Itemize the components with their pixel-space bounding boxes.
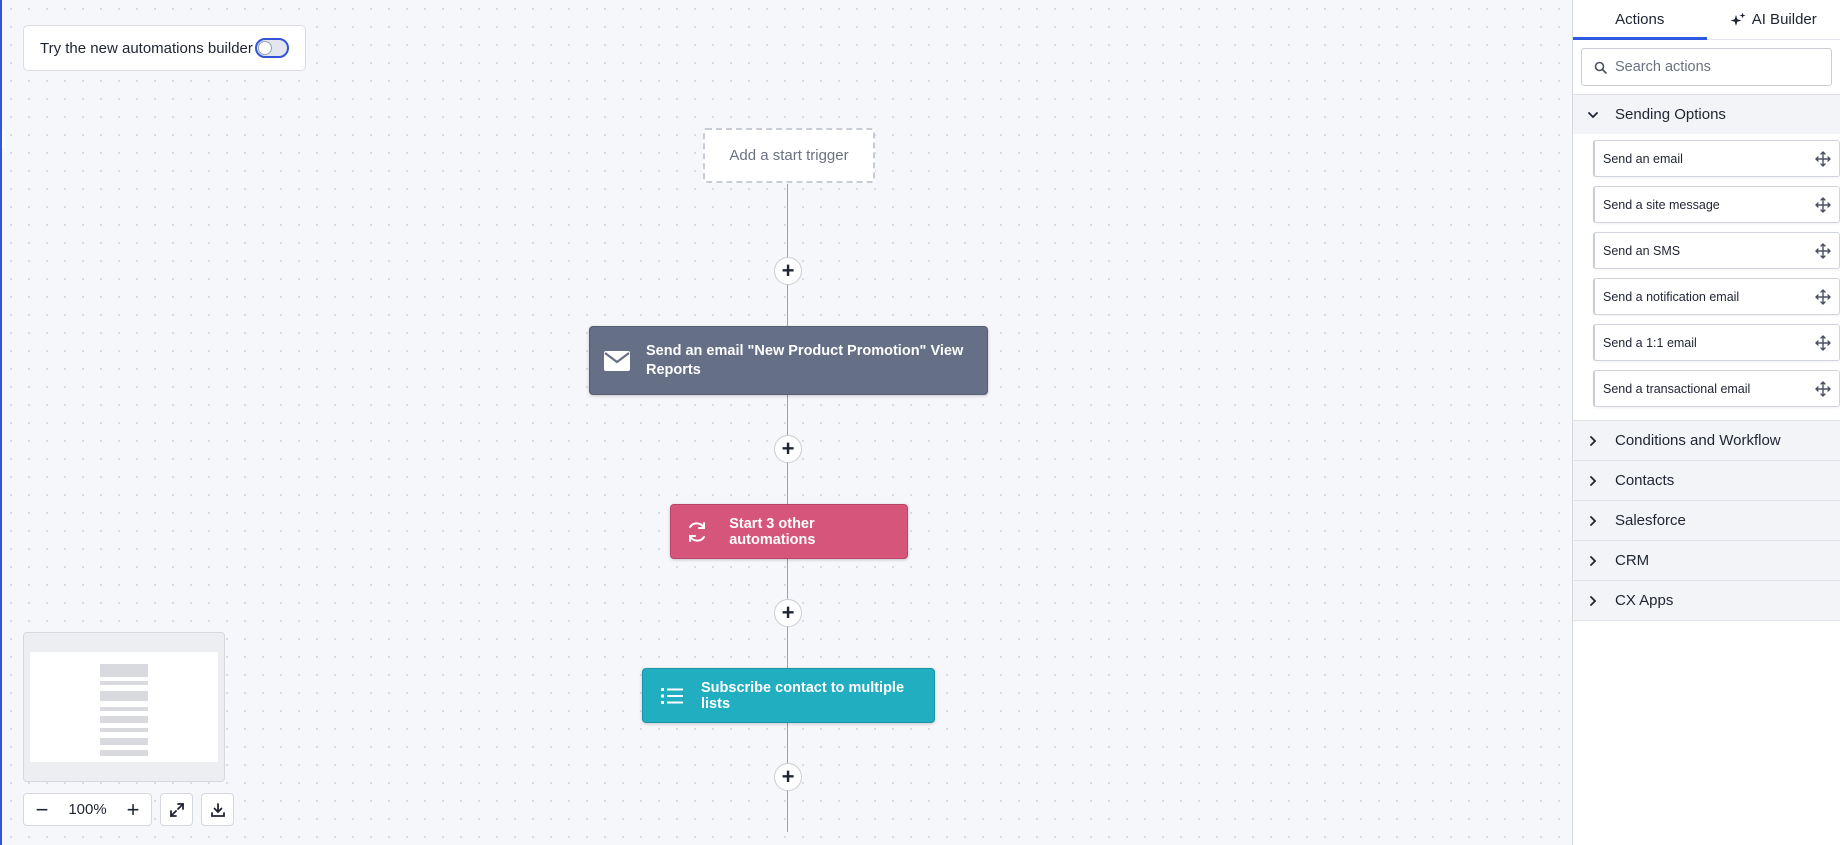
section-sending-options[interactable]: Sending Options: [1573, 94, 1840, 134]
section-sending-options-label: Sending Options: [1615, 106, 1726, 123]
section-label: CRM: [1615, 552, 1650, 569]
section-label: Conditions and Workflow: [1615, 432, 1781, 449]
action-send-sms[interactable]: Send an SMS: [1593, 232, 1840, 269]
chevron-right-icon: [1587, 475, 1605, 487]
drag-handle-icon[interactable]: [1815, 380, 1831, 397]
section-salesforce[interactable]: Salesforce: [1573, 500, 1840, 540]
panel-tabs: Actions AI Builder: [1573, 0, 1840, 40]
refresh-icon: [685, 520, 709, 544]
zoom-controls: − 100% +: [23, 793, 152, 826]
minimap-node: [100, 750, 148, 756]
sparkle-icon: [1730, 12, 1746, 28]
start-automations-node-label: Start 3 other automations: [729, 515, 816, 548]
minimap-node: [100, 728, 148, 732]
minimap-node: [100, 707, 148, 711]
add-step-button[interactable]: +: [774, 763, 802, 791]
send-email-node-label: Send an email "New Product Promotion" Vi…: [646, 342, 964, 378]
action-label: Send a site message: [1603, 197, 1720, 212]
plus-icon: +: [781, 258, 795, 283]
sending-options-list: Send an email Send a site message Send a…: [1573, 134, 1840, 420]
add-start-trigger[interactable]: Add a start trigger: [703, 128, 875, 183]
plus-icon: +: [781, 436, 795, 461]
action-send-notification-email[interactable]: Send a notification email: [1593, 278, 1840, 315]
zoom-in-button[interactable]: +: [125, 798, 141, 821]
new-builder-toggle-card: Try the new automations builder: [23, 25, 306, 71]
tab-ai-builder[interactable]: AI Builder: [1707, 0, 1840, 39]
tab-actions-label: Actions: [1615, 11, 1665, 28]
section-label: CX Apps: [1615, 592, 1674, 609]
section-label: Contacts: [1615, 472, 1675, 489]
section-contacts[interactable]: Contacts: [1573, 460, 1840, 500]
minimap-node: [100, 664, 148, 677]
section-cx-apps[interactable]: CX Apps: [1573, 580, 1840, 620]
add-start-trigger-label: Add a start trigger: [729, 147, 849, 164]
chevron-down-icon: [1587, 109, 1605, 121]
search-actions-input[interactable]: [1615, 59, 1819, 75]
chevron-right-icon: [1587, 555, 1605, 567]
chevron-right-icon: [1587, 435, 1605, 447]
send-email-node[interactable]: Send an email "New Product Promotion" Vi…: [589, 326, 988, 395]
subscribe-lists-node[interactable]: Subscribe contact to multiple lists: [642, 668, 935, 723]
list-icon: [661, 687, 683, 705]
download-icon: [210, 802, 226, 818]
download-button[interactable]: [201, 793, 234, 826]
minimap-node: [100, 691, 148, 701]
action-send-1-1-email[interactable]: Send a 1:1 email: [1593, 324, 1840, 361]
fit-to-screen-button[interactable]: [160, 793, 193, 826]
action-label: Send a transactional email: [1603, 381, 1751, 396]
subscribe-lists-node-label: Subscribe contact to multiple lists: [701, 679, 905, 712]
canvas-edge-marker: [2, 130, 5, 148]
add-step-button[interactable]: +: [774, 257, 802, 285]
actions-panel: Actions AI Builder Sending Option: [1572, 0, 1840, 845]
chevron-right-icon: [1587, 515, 1605, 527]
plus-icon: +: [781, 600, 795, 625]
minimap-node: [100, 681, 148, 685]
search-actions-box: [1581, 48, 1832, 86]
add-step-button[interactable]: +: [774, 599, 802, 627]
drag-handle-icon[interactable]: [1815, 334, 1831, 351]
drag-handle-icon[interactable]: [1815, 288, 1831, 305]
minimap-node: [100, 716, 148, 723]
action-label: Send an SMS: [1603, 243, 1681, 258]
tab-ai-builder-label: AI Builder: [1751, 11, 1817, 28]
plus-icon: +: [781, 764, 795, 789]
action-label: Send a 1:1 email: [1603, 335, 1697, 350]
action-send-transactional-email[interactable]: Send a transactional email: [1593, 370, 1840, 407]
zoom-level: 100%: [68, 801, 107, 818]
action-send-email[interactable]: Send an email: [1593, 140, 1840, 177]
action-send-site-message[interactable]: Send a site message: [1593, 186, 1840, 223]
expand-icon: [169, 802, 185, 818]
new-builder-toggle-switch[interactable]: [255, 38, 289, 58]
envelope-icon: [604, 350, 630, 371]
minimap-viewport: [30, 652, 218, 762]
panel-divider: [1573, 620, 1840, 621]
section-conditions-and-workflow[interactable]: Conditions and Workflow: [1573, 420, 1840, 460]
section-crm[interactable]: CRM: [1573, 540, 1840, 580]
chevron-right-icon: [1587, 595, 1605, 607]
minimap[interactable]: [23, 632, 225, 782]
tab-actions[interactable]: Actions: [1573, 0, 1707, 40]
minimap-node: [100, 738, 148, 745]
action-label: Send a notification email: [1603, 289, 1740, 304]
toggle-knob: [259, 42, 271, 54]
drag-handle-icon[interactable]: [1815, 196, 1831, 213]
automation-canvas[interactable]: Try the new automations builder Add a st…: [0, 0, 1572, 845]
add-step-button[interactable]: +: [774, 435, 802, 463]
section-label: Salesforce: [1615, 512, 1686, 529]
action-label: Send an email: [1603, 151, 1683, 166]
search-icon: [1594, 61, 1607, 74]
start-automations-node[interactable]: Start 3 other automations: [670, 504, 908, 559]
new-builder-toggle-label: Try the new automations builder: [40, 39, 253, 57]
drag-handle-icon[interactable]: [1815, 150, 1831, 167]
drag-handle-icon[interactable]: [1815, 242, 1831, 259]
zoom-out-button[interactable]: −: [34, 798, 50, 821]
